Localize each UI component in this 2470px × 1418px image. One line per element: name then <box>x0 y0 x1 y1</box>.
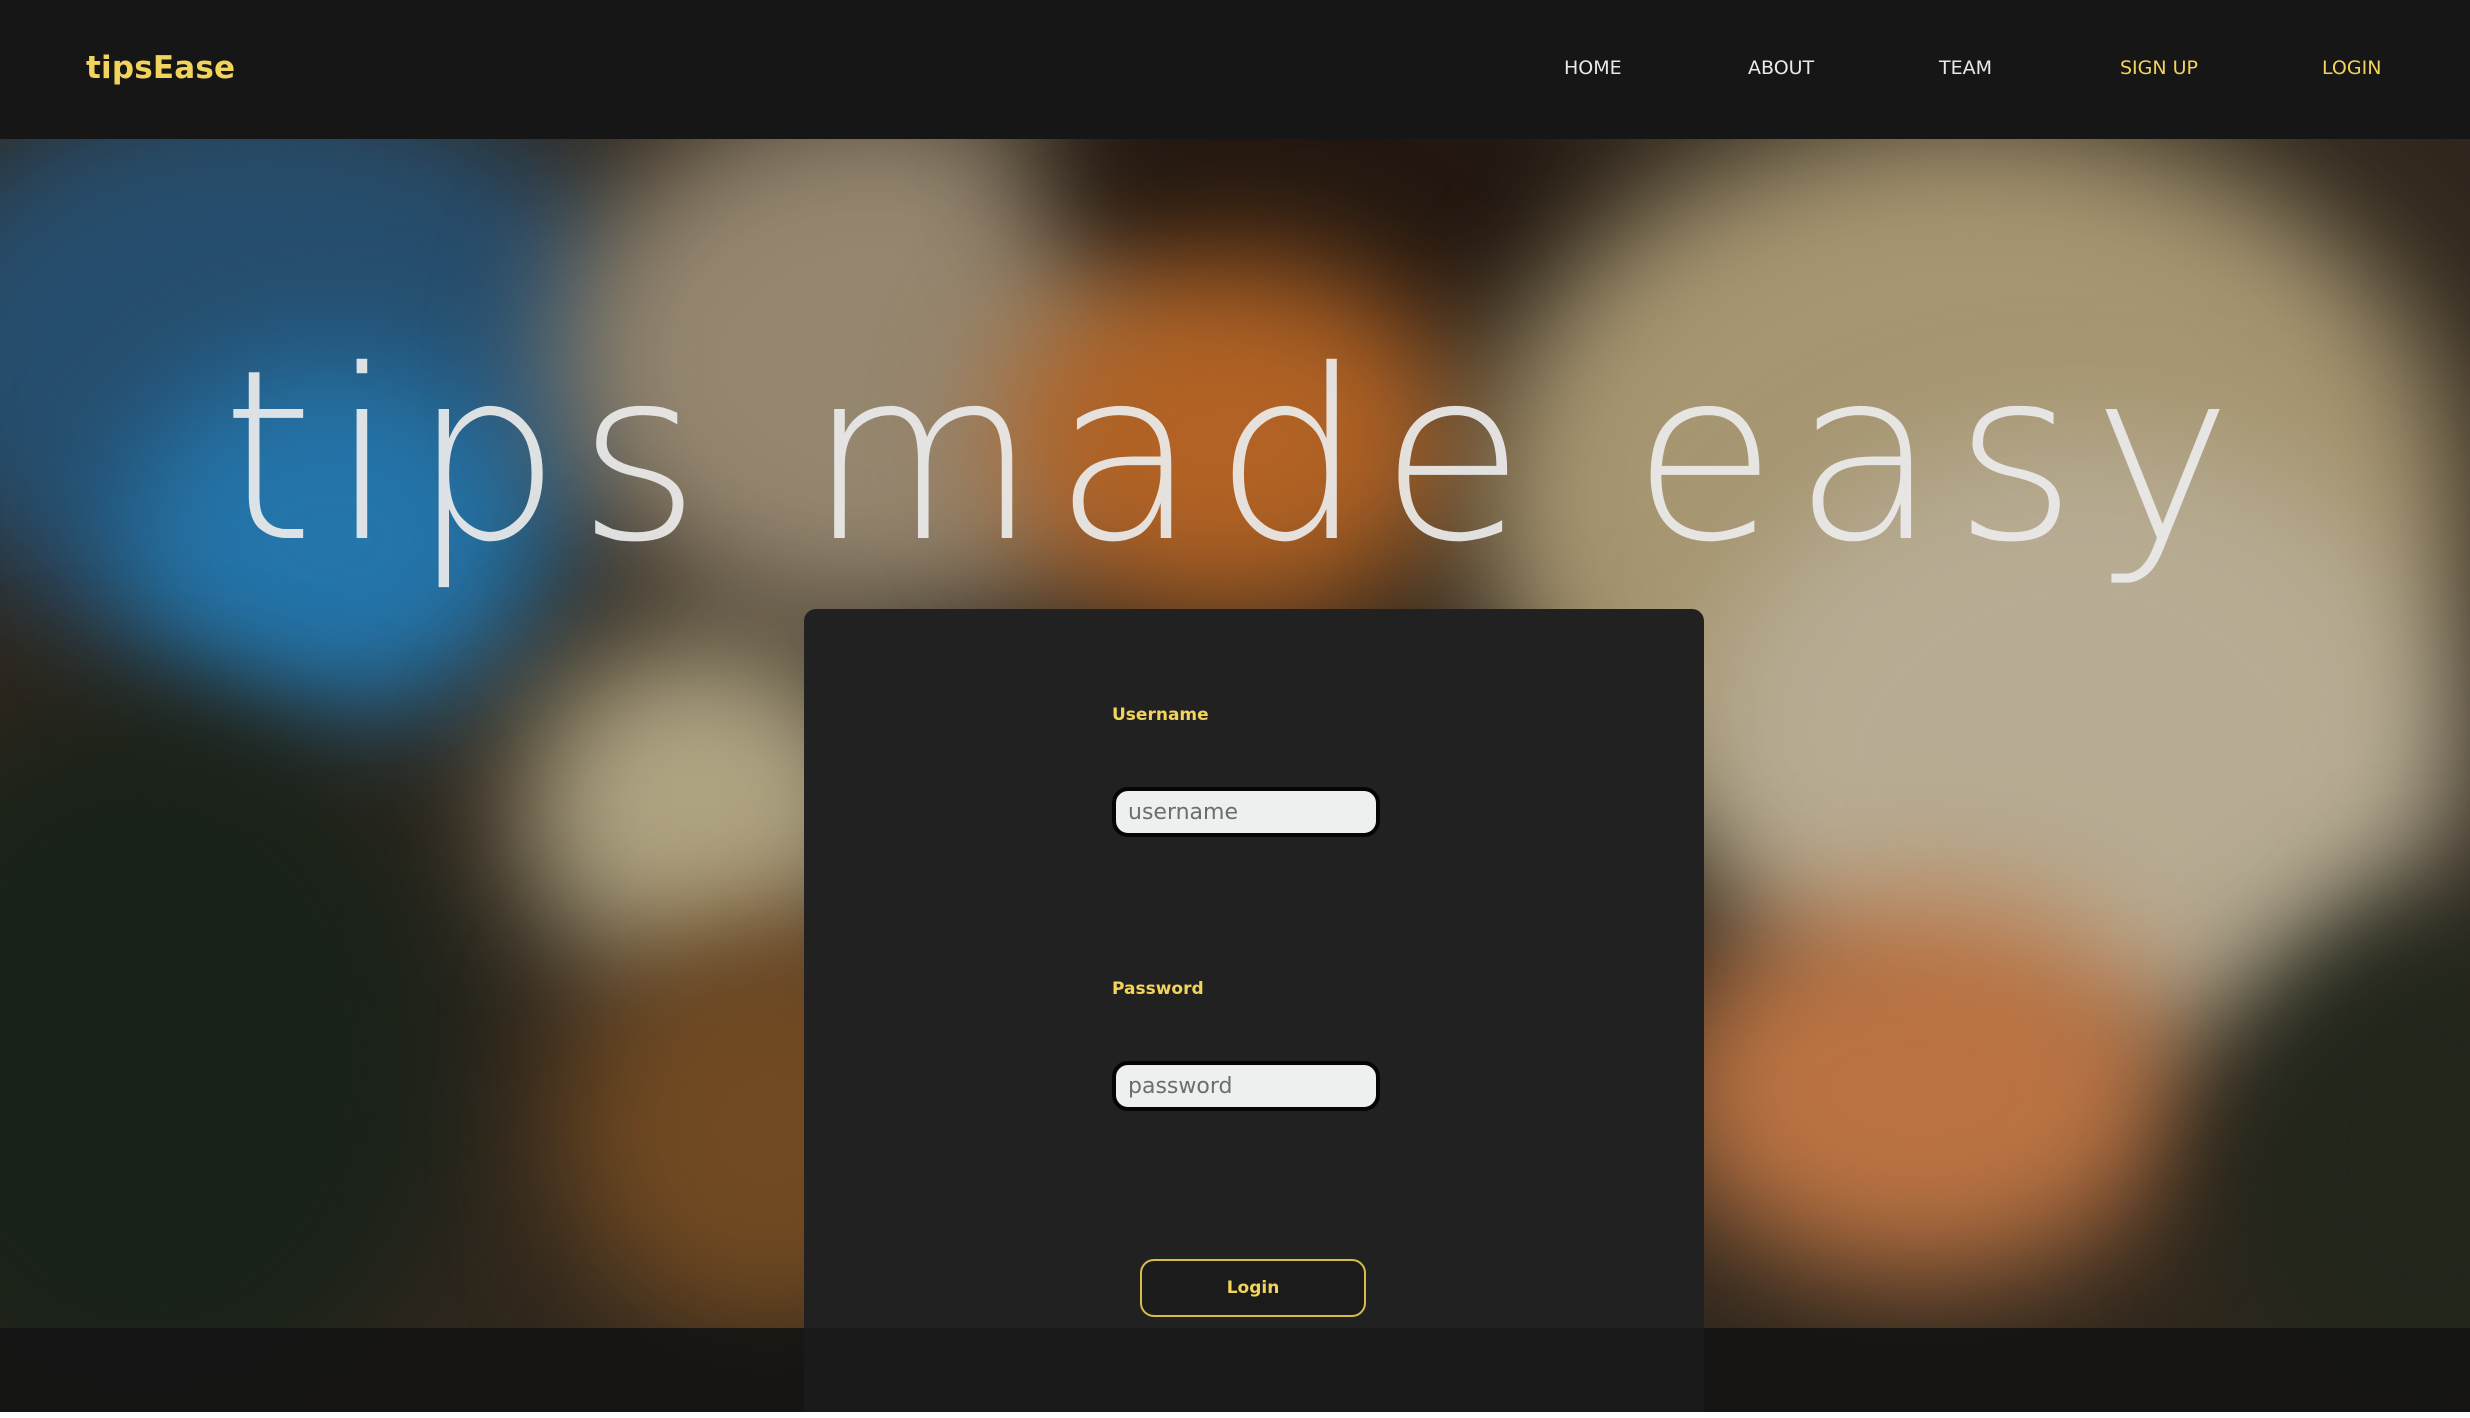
username-input[interactable] <box>1112 787 1380 837</box>
login-button[interactable]: Login <box>1140 1259 1366 1317</box>
login-card: Username Password Login <box>804 609 1704 1412</box>
nav-link-sign-up[interactable]: SIGN UP <box>2120 57 2198 79</box>
password-label: Password <box>1112 979 1204 999</box>
top-navbar: tipsEase HOME ABOUT TEAM SIGN UP LOGIN <box>0 0 2470 139</box>
nav-link-home[interactable]: HOME <box>1564 57 1622 79</box>
brand-logo[interactable]: tipsEase <box>86 50 235 86</box>
password-input[interactable] <box>1112 1061 1380 1111</box>
nav-link-team[interactable]: TEAM <box>1939 57 1992 79</box>
hero-title: tips made easy <box>221 319 2249 594</box>
nav-link-about[interactable]: ABOUT <box>1748 57 1814 79</box>
card-bottom-shade <box>804 1328 1704 1412</box>
username-label: Username <box>1112 705 1209 725</box>
page: tipsEase HOME ABOUT TEAM SIGN UP LOGIN t… <box>0 0 2470 1412</box>
nav-link-login[interactable]: LOGIN <box>2322 57 2381 79</box>
